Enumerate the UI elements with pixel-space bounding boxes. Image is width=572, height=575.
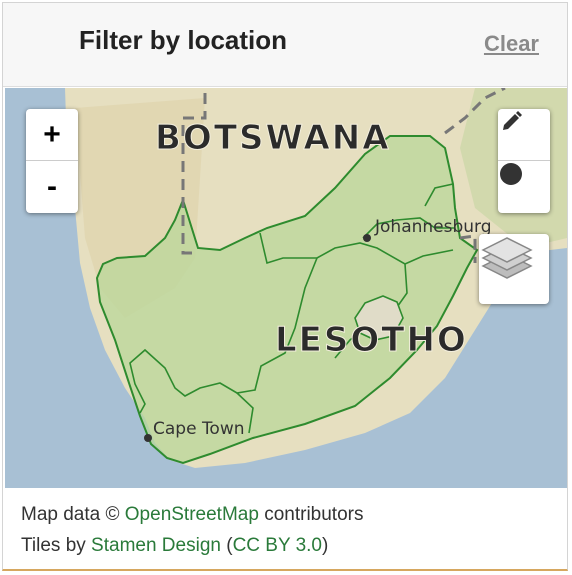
johannesburg-dot [363,234,371,242]
cc-by-license-link[interactable]: CC BY 3.0 [233,535,322,556]
location-filter-panel: Filter by location Clear BOTSWANA LESOTH… [2,2,568,571]
zoom-in-button[interactable]: + [26,109,78,161]
pencil-icon [503,111,522,130]
draw-marker-button[interactable] [498,161,550,212]
circle-icon [500,163,522,185]
openstreetmap-link[interactable]: OpenStreetMap [125,504,259,525]
draw-toolbar [498,109,550,213]
label-cape-town: Cape Town [153,419,245,439]
attribution-text: ) [321,535,329,556]
layers-icon [481,237,533,279]
draw-polygon-button[interactable] [498,109,550,161]
cape-town-dot [144,434,152,442]
layers-button[interactable] [479,234,549,304]
map-attribution: Map data © OpenStreetMap contributors Ti… [21,499,363,561]
panel-title: Filter by location [79,25,288,55]
map-view[interactable]: BOTSWANA LESOTHO Johannesburg Cape Town … [5,88,567,488]
attribution-text: contributors [258,504,364,525]
attribution-line-2: Tiles by Stamen Design (CC BY 3.0) [21,530,363,561]
label-johannesburg: Johannesburg [374,217,492,237]
clear-button[interactable]: Clear [484,31,539,57]
attribution-line-1: Map data © OpenStreetMap contributors [21,499,363,530]
zoom-control: + - [26,109,78,213]
attribution-text: ( [220,535,233,556]
label-botswana: BOTSWANA [155,118,391,158]
attribution-text: Tiles by [21,535,92,556]
stamen-design-link[interactable]: Stamen Design [91,535,221,556]
panel-header: Filter by location Clear [3,3,567,87]
attribution-text: Map data © [21,504,125,525]
label-lesotho: LESOTHO [275,320,468,360]
zoom-out-button[interactable]: - [26,161,78,212]
